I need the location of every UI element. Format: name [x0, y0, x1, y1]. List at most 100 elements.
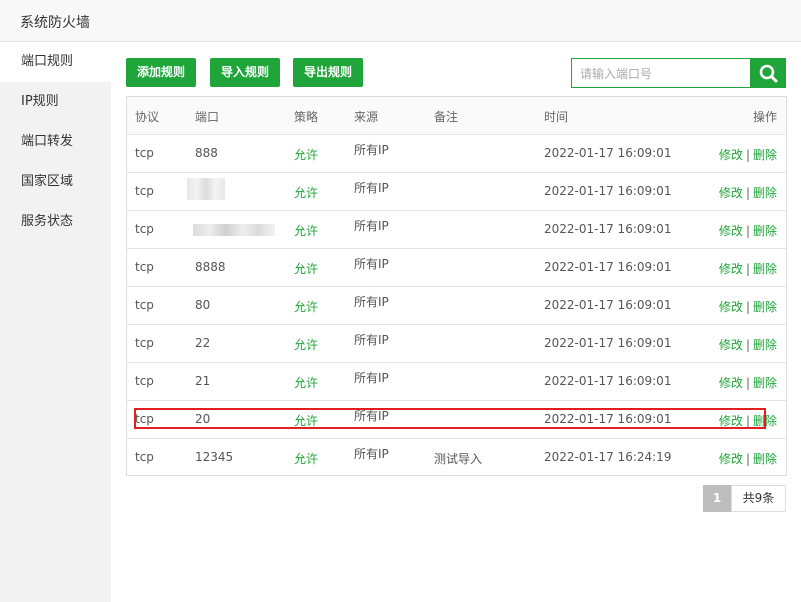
table-row: tcp 允许 所有IP 2022-01-17 16:09:01 修改 | 删除 — [127, 210, 786, 249]
cell-actions: 修改 | 删除 — [719, 298, 777, 315]
cell-time: 2022-01-17 16:09:01 — [544, 184, 672, 198]
window-titlebar: 系统防火墙 — [0, 0, 801, 42]
table-row: tcp 12345 允许 所有IP 测试导入 2022-01-17 16:24:… — [127, 438, 786, 476]
cell-policy: 允许 — [294, 262, 319, 276]
cell-policy: 允许 — [294, 186, 319, 200]
header-port: 端口 — [195, 110, 220, 124]
cell-source: 所有IP — [354, 295, 389, 309]
cell-protocol: tcp — [135, 298, 154, 312]
delete-link[interactable]: 删除 — [753, 186, 777, 200]
cell-policy: 允许 — [294, 452, 319, 466]
search-button[interactable] — [751, 58, 786, 88]
delete-link[interactable]: 删除 — [753, 300, 777, 314]
action-separator: | — [745, 338, 750, 352]
edit-link[interactable]: 修改 — [719, 338, 743, 352]
search-input[interactable] — [578, 60, 752, 88]
edit-link[interactable]: 修改 — [719, 148, 743, 162]
cell-port: 888 — [195, 146, 218, 160]
action-separator: | — [745, 186, 750, 200]
cell-source: 所有IP — [354, 333, 389, 347]
cell-time: 2022-01-17 16:09:01 — [544, 298, 672, 312]
action-separator: | — [745, 148, 750, 162]
export-rule-button[interactable]: 导出规则 — [293, 58, 364, 87]
sidebar: 端口规则 IP规则 端口转发 国家区域 服务状态 — [0, 42, 111, 602]
cell-policy: 允许 — [294, 376, 319, 390]
table-header: 协议 端口 策略 来源 备注 时间 操作 — [127, 97, 786, 135]
cell-protocol: tcp — [135, 260, 154, 274]
delete-link[interactable]: 删除 — [753, 262, 777, 276]
table-row: tcp 8888 允许 所有IP 2022-01-17 16:09:01 修改 |… — [127, 248, 786, 287]
pagination-current-page[interactable]: 1 — [703, 485, 731, 512]
redacted-port — [187, 178, 225, 200]
cell-actions: 修改 | 删除 — [719, 222, 777, 239]
action-separator: | — [745, 300, 750, 314]
edit-link[interactable]: 修改 — [719, 452, 743, 466]
edit-link[interactable]: 修改 — [719, 376, 743, 390]
search-box — [571, 58, 752, 88]
action-separator: | — [745, 262, 750, 276]
action-separator: | — [745, 452, 750, 466]
header-policy: 策略 — [294, 110, 319, 124]
cell-actions: 修改 | 删除 — [719, 184, 777, 201]
cell-policy: 允许 — [294, 148, 319, 162]
cell-actions: 修改 | 删除 — [719, 146, 777, 163]
cell-protocol: tcp — [135, 450, 154, 464]
table-row: tcp 80 允许 所有IP 2022-01-17 16:09:01 修改 | 删除 — [127, 286, 786, 325]
row-highlight-box — [134, 408, 766, 429]
cell-port: 8888 — [195, 260, 226, 274]
header-note: 备注 — [434, 110, 459, 124]
table-row: tcp 21 允许 所有IP 2022-01-17 16:09:01 修改 | 删除 — [127, 362, 786, 401]
pagination-total: 共9条 — [731, 485, 786, 512]
cell-port: 22 — [195, 336, 211, 350]
sidebar-item-port-forward[interactable]: 端口转发 — [0, 122, 111, 162]
search-icon — [759, 64, 778, 83]
table-row: tcp 允许 所有IP 2022-01-17 16:09:01 修改 | 删除 — [127, 172, 786, 211]
cell-time: 2022-01-17 16:09:01 — [544, 374, 672, 388]
cell-source: 所有IP — [354, 143, 389, 157]
sidebar-item-service-status[interactable]: 服务状态 — [0, 202, 111, 242]
cell-time: 2022-01-17 16:09:01 — [544, 336, 672, 350]
cell-actions: 修改 | 删除 — [719, 374, 777, 391]
cell-actions: 修改 | 删除 — [719, 260, 777, 277]
cell-policy: 允许 — [294, 338, 319, 352]
cell-protocol: tcp — [135, 184, 154, 198]
delete-link[interactable]: 删除 — [753, 338, 777, 352]
edit-link[interactable]: 修改 — [719, 186, 743, 200]
import-rule-button[interactable]: 导入规则 — [210, 58, 281, 87]
sidebar-item-ip-rules[interactable]: IP规则 — [0, 82, 111, 122]
cell-time: 2022-01-17 16:09:01 — [544, 146, 672, 160]
cell-source: 所有IP — [354, 371, 389, 385]
header-source: 来源 — [354, 110, 379, 124]
cell-port: 12345 — [195, 450, 234, 464]
add-rule-button[interactable]: 添加规则 — [126, 58, 197, 87]
delete-link[interactable]: 删除 — [753, 224, 777, 238]
header-action: 操作 — [752, 110, 777, 124]
cell-note: 测试导入 — [434, 452, 483, 466]
cell-protocol: tcp — [135, 146, 154, 160]
cell-port: 21 — [195, 374, 211, 388]
sidebar-item-port-rules[interactable]: 端口规则 — [0, 42, 111, 82]
edit-link[interactable]: 修改 — [719, 300, 743, 314]
cell-actions: 修改 | 删除 — [719, 336, 777, 353]
cell-source: 所有IP — [354, 219, 389, 233]
cell-time: 2022-01-17 16:09:01 — [544, 222, 672, 236]
table-row: tcp 22 允许 所有IP 2022-01-17 16:09:01 修改 | 删除 — [127, 324, 786, 363]
cell-source: 所有IP — [354, 447, 389, 461]
header-time: 时间 — [544, 110, 569, 124]
cell-source: 所有IP — [354, 257, 389, 271]
action-separator: | — [745, 224, 750, 238]
table-row: tcp 888 允许 所有IP 2022-01-17 16:09:01 修改 | 删… — [127, 134, 786, 173]
window-title: 系统防火墙 — [20, 15, 90, 31]
cell-protocol: tcp — [135, 222, 154, 236]
delete-link[interactable]: 删除 — [753, 148, 777, 162]
delete-link[interactable]: 删除 — [753, 452, 777, 466]
sidebar-item-country-region[interactable]: 国家区域 — [0, 162, 111, 202]
delete-link[interactable]: 删除 — [753, 376, 777, 390]
cell-actions: 修改 | 删除 — [719, 450, 777, 467]
cell-policy: 允许 — [294, 224, 319, 238]
cell-protocol: tcp — [135, 374, 154, 388]
cell-time: 2022-01-17 16:09:01 — [544, 260, 672, 274]
cell-source: 所有IP — [354, 181, 389, 195]
edit-link[interactable]: 修改 — [719, 224, 743, 238]
edit-link[interactable]: 修改 — [719, 262, 743, 276]
